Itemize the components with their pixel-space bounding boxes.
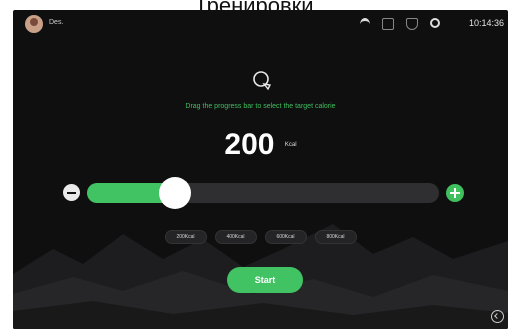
slider-thumb[interactable] — [159, 177, 191, 209]
decrease-button[interactable] — [63, 184, 80, 201]
location-pin-icon — [253, 71, 272, 91]
avatar[interactable] — [25, 15, 43, 33]
status-bar: Des. 10:14:36 — [13, 10, 508, 34]
preset-chip[interactable]: 400Kcal — [214, 230, 257, 244]
back-icon[interactable] — [491, 310, 504, 323]
preset-chip[interactable]: 200Kcal — [164, 230, 207, 244]
wifi-icon — [360, 18, 370, 31]
bluetooth-icon — [382, 18, 394, 30]
shield-icon — [406, 18, 418, 30]
system-icons — [360, 18, 440, 31]
username-label: Des. — [49, 19, 64, 26]
preset-options: 200Kcal 400Kcal 600Kcal 800Kcal — [13, 230, 508, 244]
calorie-unit: Kcal — [284, 142, 297, 148]
preset-chip[interactable]: 800Kcal — [314, 230, 357, 244]
instruction-text: Drag the progress bar to select the targ… — [185, 103, 336, 110]
calorie-slider[interactable] — [87, 177, 439, 209]
calorie-value-display: 200 Kcal — [13, 128, 508, 162]
gear-icon[interactable] — [430, 18, 440, 28]
device-screen: Des. 10:14:36 Drag the progress bar to s… — [13, 10, 508, 329]
calorie-value: 200 — [224, 128, 275, 161]
increase-button[interactable] — [446, 184, 464, 202]
preset-chip[interactable]: 600Kcal — [264, 230, 307, 244]
start-button[interactable]: Start — [227, 267, 303, 293]
clock: 10:14:36 — [468, 18, 504, 28]
